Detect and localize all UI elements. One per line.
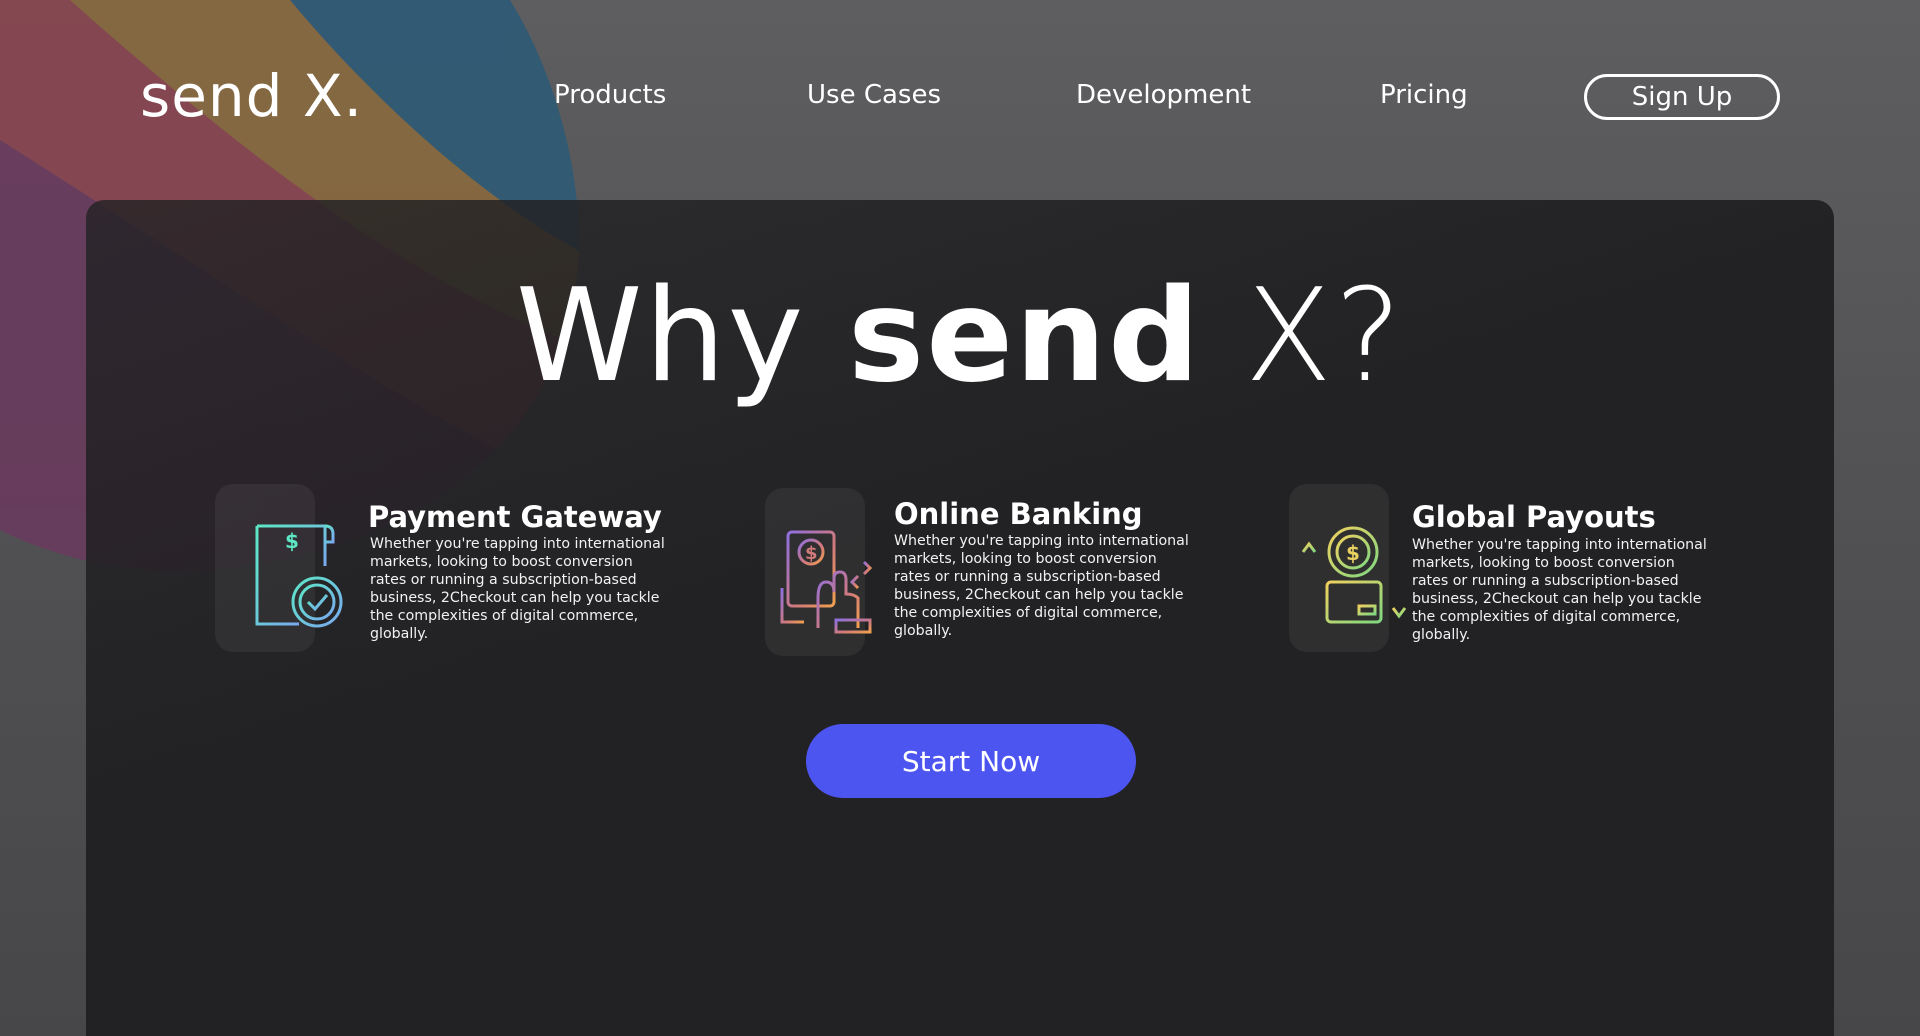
start-now-label: Start Now <box>901 744 1041 778</box>
brand-logo[interactable]: send X. <box>140 62 363 130</box>
svg-text:$: $ <box>805 543 818 564</box>
nav-link-use-cases[interactable]: Use Cases <box>807 80 941 110</box>
hero-title: Why send X? <box>0 262 1920 411</box>
hero-title-why: Why <box>515 262 806 411</box>
feature-title: Online Banking <box>894 497 1143 531</box>
hero-title-send: send <box>848 262 1202 411</box>
hero-title-x: X? <box>1244 262 1405 411</box>
nav-link-pricing[interactable]: Pricing <box>1380 80 1468 110</box>
feature-description: Whether you're tapping into internationa… <box>894 533 1189 639</box>
feature-description: Whether you're tapping into internationa… <box>1412 537 1707 643</box>
invoice-check-icon: $ <box>215 484 343 652</box>
sign-up-label: Sign Up <box>1631 82 1733 112</box>
svg-text:$: $ <box>1346 541 1360 565</box>
mobile-payment-icon: $ <box>765 488 874 656</box>
nav-link-products[interactable]: Products <box>554 80 666 110</box>
feature-title: Global Payouts <box>1412 500 1656 534</box>
start-now-button[interactable]: Start Now <box>806 724 1136 798</box>
feature-title: Payment Gateway <box>368 500 662 534</box>
sign-up-button[interactable]: Sign Up <box>1584 74 1780 120</box>
coin-card-transfer-icon: $ <box>1289 484 1407 652</box>
svg-text:$: $ <box>285 529 299 553</box>
feature-description: Whether you're tapping into internationa… <box>370 536 665 642</box>
nav-link-development[interactable]: Development <box>1076 80 1251 110</box>
